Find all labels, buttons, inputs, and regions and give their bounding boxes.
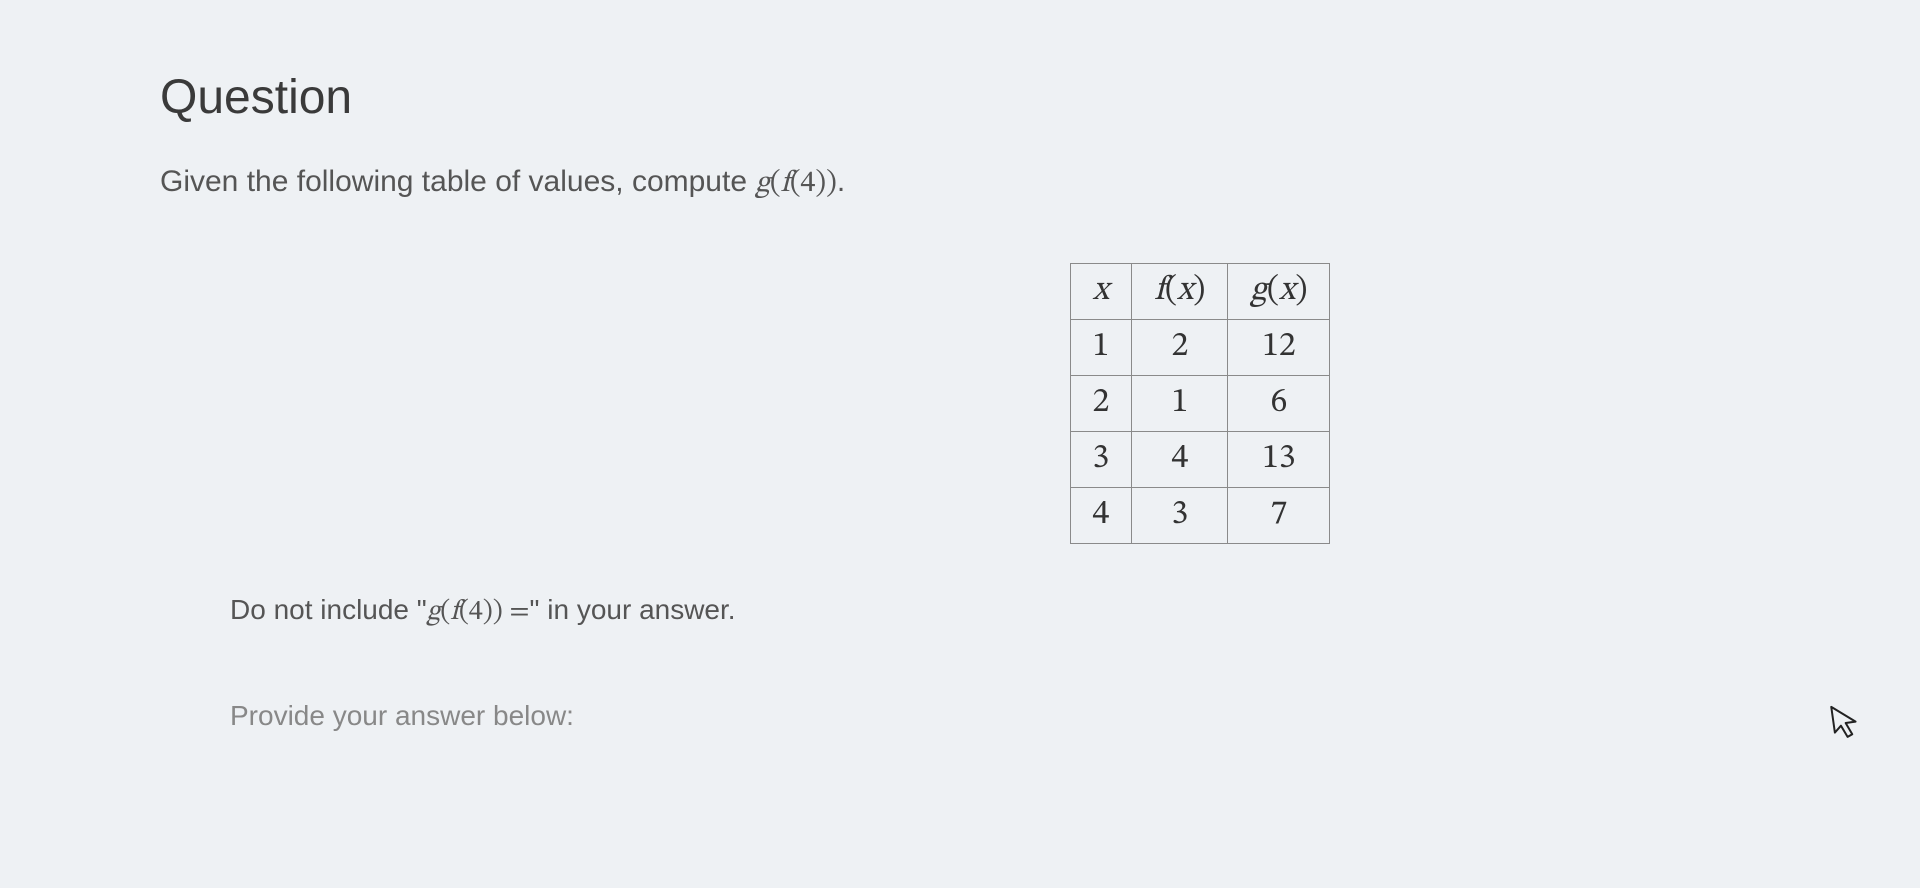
cell-x: 4 [1070,488,1132,544]
values-table: x f(x) g(x) 1 2 12 2 1 6 3 4 [1070,263,1331,544]
cell-fx: 4 [1132,432,1228,488]
question-prompt: Given the following table of values, com… [160,165,1760,203]
col-header-x: x [1070,264,1132,320]
question-heading: Question [160,70,1760,125]
table-header-row: x f(x) g(x) [1070,264,1330,320]
cell-gx: 7 [1228,488,1330,544]
provide-answer-label: Provide your answer below: [230,700,1760,732]
col-header-gx: g(x) [1228,264,1330,320]
cell-x: 1 [1070,320,1132,376]
cell-gx: 13 [1228,432,1330,488]
prompt-expression: g(f(4)) [755,169,836,199]
cell-gx: 6 [1228,376,1330,432]
hint-text: Do not include "g(f(4)) =" in your answe… [230,594,1760,630]
table-row: 4 3 7 [1070,488,1330,544]
cell-fx: 1 [1132,376,1228,432]
cell-fx: 3 [1132,488,1228,544]
table-row: 2 1 6 [1070,376,1330,432]
cell-gx: 12 [1228,320,1330,376]
cursor-icon [1829,701,1863,749]
table-wrapper: x f(x) g(x) 1 2 12 2 1 6 3 4 [640,263,1760,544]
table-row: 3 4 13 [1070,432,1330,488]
prompt-text: Given the following table of values, com… [160,165,755,198]
cell-x: 2 [1070,376,1132,432]
cell-fx: 2 [1132,320,1228,376]
col-header-fx: f(x) [1132,264,1228,320]
cell-x: 3 [1070,432,1132,488]
question-container: Question Given the following table of va… [0,0,1920,732]
hint-expression: g(f(4)) = [427,598,530,626]
table-row: 1 2 12 [1070,320,1330,376]
